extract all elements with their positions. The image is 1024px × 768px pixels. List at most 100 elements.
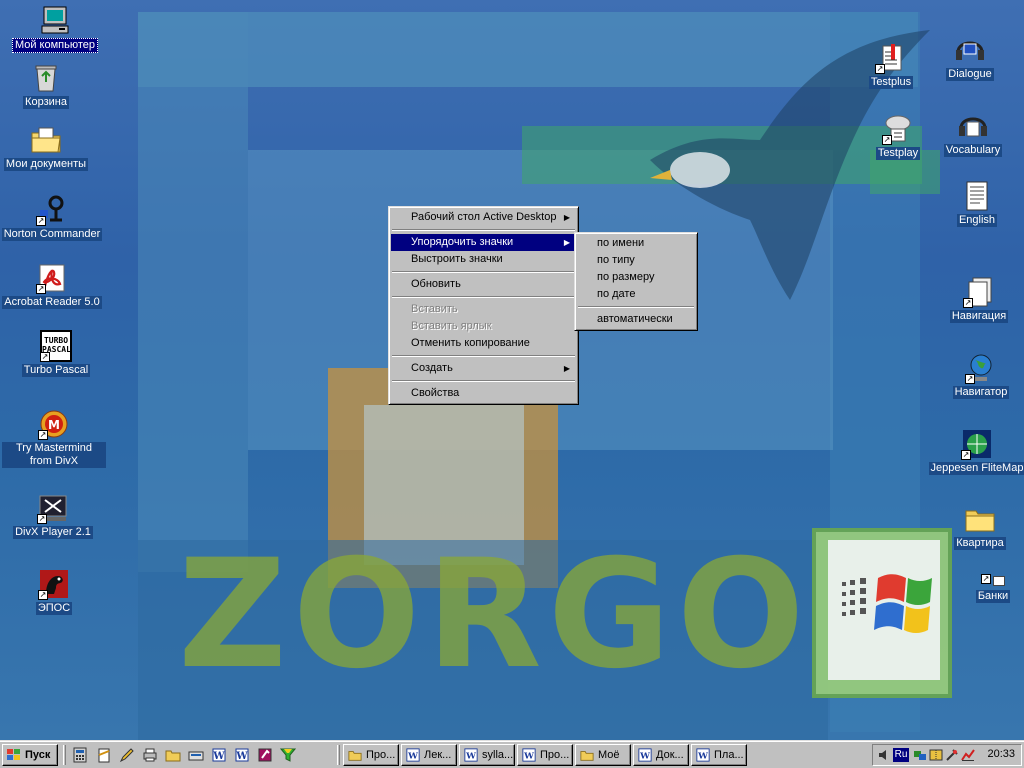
desktop-icon-kvartira[interactable]: Квартира <box>925 503 1024 550</box>
desktop-icon-english[interactable]: English <box>922 180 1024 227</box>
task-label: Пла... <box>714 749 744 761</box>
taskbar-grip[interactable] <box>337 745 340 765</box>
quick-launch-printer-icon[interactable] <box>142 747 160 763</box>
menu-item-by-date[interactable]: по дате <box>577 286 695 303</box>
task-button[interactable]: Моё <box>575 744 631 766</box>
desktop[interactable]: ZORGO Мой компьютер Корзина Мои документ… <box>0 0 1024 740</box>
desktop-icon-jeppesen-flitemap[interactable]: ↗ Jeppesen FliteMap <box>922 428 1024 475</box>
word-icon: W <box>464 748 478 762</box>
menu-item-paste: Вставить <box>411 303 458 315</box>
shortcut-arrow-icon: ↗ <box>965 374 975 384</box>
menu-item-properties[interactable]: Свойства <box>391 385 576 402</box>
menu-separator <box>392 271 575 273</box>
task-button[interactable]: W Док... <box>633 744 689 766</box>
task-label: Моё <box>598 749 620 761</box>
quick-launch-pencil-icon[interactable] <box>119 747 137 763</box>
menu-item-arrange-icons[interactable]: Упорядочить значки ▶ <box>391 234 576 251</box>
desktop-icon-label: Acrobat Reader 5.0 <box>2 296 102 309</box>
menu-item-paste-shortcut: Вставить ярлык <box>411 320 492 332</box>
menu-item-by-size[interactable]: по размеру <box>577 269 695 286</box>
english-document-icon <box>961 180 993 212</box>
desktop-icon-label: Try Mastermind from DivX <box>2 442 106 468</box>
desktop-icon-label: Turbo Pascal <box>21 364 91 377</box>
quick-launch-calculator-icon[interactable] <box>72 747 90 763</box>
desktop-icon-navigation[interactable]: ↗ Навигация <box>924 276 1024 323</box>
tool-icon[interactable] <box>945 748 959 762</box>
shortcut-arrow-icon: ↗ <box>963 298 973 308</box>
task-button[interactable]: Про... <box>343 744 399 766</box>
svg-text:M: M <box>48 418 60 432</box>
menu-item-refresh[interactable]: Обновить <box>391 276 576 293</box>
quick-launch-filter-icon[interactable] <box>279 747 298 763</box>
quick-launch-keyboard-icon[interactable] <box>188 747 206 763</box>
folder-icon <box>580 751 594 761</box>
svg-text:W: W <box>697 752 708 762</box>
submenu-arrow-icon: ▶ <box>563 364 570 373</box>
desktop-icon-try-mastermind[interactable]: M ↗ Try Mastermind from DivX <box>0 408 109 468</box>
network-icon[interactable] <box>913 748 927 762</box>
shortcut-arrow-icon: ↗ <box>36 284 46 294</box>
desktop-icon-norton-commander[interactable]: ↗ Norton Commander <box>0 194 107 241</box>
quick-launch-notepad-icon[interactable] <box>96 747 114 763</box>
chart-icon[interactable] <box>961 748 975 762</box>
windows-logo-icon <box>842 574 932 633</box>
desktop-icon-recycle-bin[interactable]: Корзина <box>0 62 101 109</box>
menu-item-undo-copy[interactable]: Отменить копирование <box>391 335 576 352</box>
desktop-icon-label: Квартира <box>954 537 1006 550</box>
zip-icon[interactable] <box>929 748 943 762</box>
desktop-icon-label: Dialogue <box>946 68 994 81</box>
quick-launch-folder-icon[interactable] <box>165 747 183 763</box>
start-label: Пуск <box>25 749 51 761</box>
menu-separator <box>392 229 575 231</box>
desktop-icon-acrobat-reader[interactable]: ↗ Acrobat Reader 5.0 <box>0 262 107 309</box>
desktop-icon-label: Testplus <box>868 76 914 89</box>
task-button[interactable]: W Про... <box>517 744 573 766</box>
volume-icon[interactable] <box>877 748 891 762</box>
desktop-icon-banki[interactable]: ↗ Банки <box>938 572 1024 603</box>
acrobat-reader-icon: ↗ <box>36 262 68 294</box>
task-button[interactable]: W sylla... <box>459 744 515 766</box>
menu-item-new[interactable]: Создать ▶ <box>391 360 576 377</box>
quick-launch-grip[interactable] <box>63 745 66 765</box>
start-button[interactable]: Пуск <box>2 744 58 766</box>
task-button[interactable]: W Пла... <box>691 744 747 766</box>
my-computer-icon <box>39 4 71 36</box>
menu-item-by-type[interactable]: по типу <box>577 252 695 269</box>
shortcut-arrow-icon: ↗ <box>961 450 971 460</box>
quick-launch-access-icon[interactable] <box>257 747 275 763</box>
menu-separator <box>392 296 575 298</box>
wallpaper-frame-left <box>138 12 248 572</box>
task-button[interactable]: W Лек... <box>401 744 457 766</box>
desktop-icon-divx-player[interactable]: ↗ DivX Player 2.1 <box>0 492 108 539</box>
quick-launch-word-icon[interactable]: W <box>234 747 252 763</box>
task-label: Лек... <box>424 749 452 761</box>
desktop-icon-dialogue[interactable]: Dialogue <box>915 34 1024 81</box>
shortcut-arrow-icon: ↗ <box>38 430 48 440</box>
desktop-icon-turbo-pascal[interactable]: TURBO PASCAL ↗ Turbo Pascal <box>1 330 111 377</box>
svg-text:W: W <box>407 752 418 762</box>
menu-item-active-desktop[interactable]: Рабочий стол Active Desktop ▶ <box>391 209 576 226</box>
svg-text:W: W <box>235 751 248 762</box>
testplay-icon: ↗ <box>882 113 914 145</box>
desktop-icon-my-computer[interactable]: Мой компьютер <box>0 4 110 53</box>
quick-launch-word-icon[interactable]: W <box>211 747 229 763</box>
menu-separator <box>392 380 575 382</box>
desktop-icon-navigator[interactable]: ↗ Навигатор <box>926 352 1024 399</box>
menu-item-line-up-icons[interactable]: Выстроить значки <box>391 251 576 268</box>
menu-item-auto-arrange[interactable]: автоматически <box>577 311 695 328</box>
shortcut-arrow-icon: ↗ <box>882 135 892 145</box>
windows-flag-icon <box>7 749 20 760</box>
flitemap-icon: ↗ <box>961 428 993 460</box>
svg-text:W: W <box>639 752 650 762</box>
desktop-icon-vocabulary[interactable]: Vocabulary <box>918 110 1024 157</box>
clock[interactable]: 20:33 <box>987 748 1015 760</box>
desktop-icon-my-documents[interactable]: Мои документы <box>0 124 101 171</box>
desktop-icon-epos[interactable]: ↗ ЭПОС <box>0 568 109 615</box>
shortcut-icon: ↗ <box>981 572 1005 588</box>
shortcut-arrow-icon: ↗ <box>36 216 46 226</box>
task-label: Про... <box>540 749 570 761</box>
language-indicator[interactable]: Ru <box>893 748 909 762</box>
folder-icon <box>348 751 362 761</box>
svg-text:W: W <box>212 751 225 762</box>
menu-item-by-name[interactable]: по имени <box>577 235 695 252</box>
